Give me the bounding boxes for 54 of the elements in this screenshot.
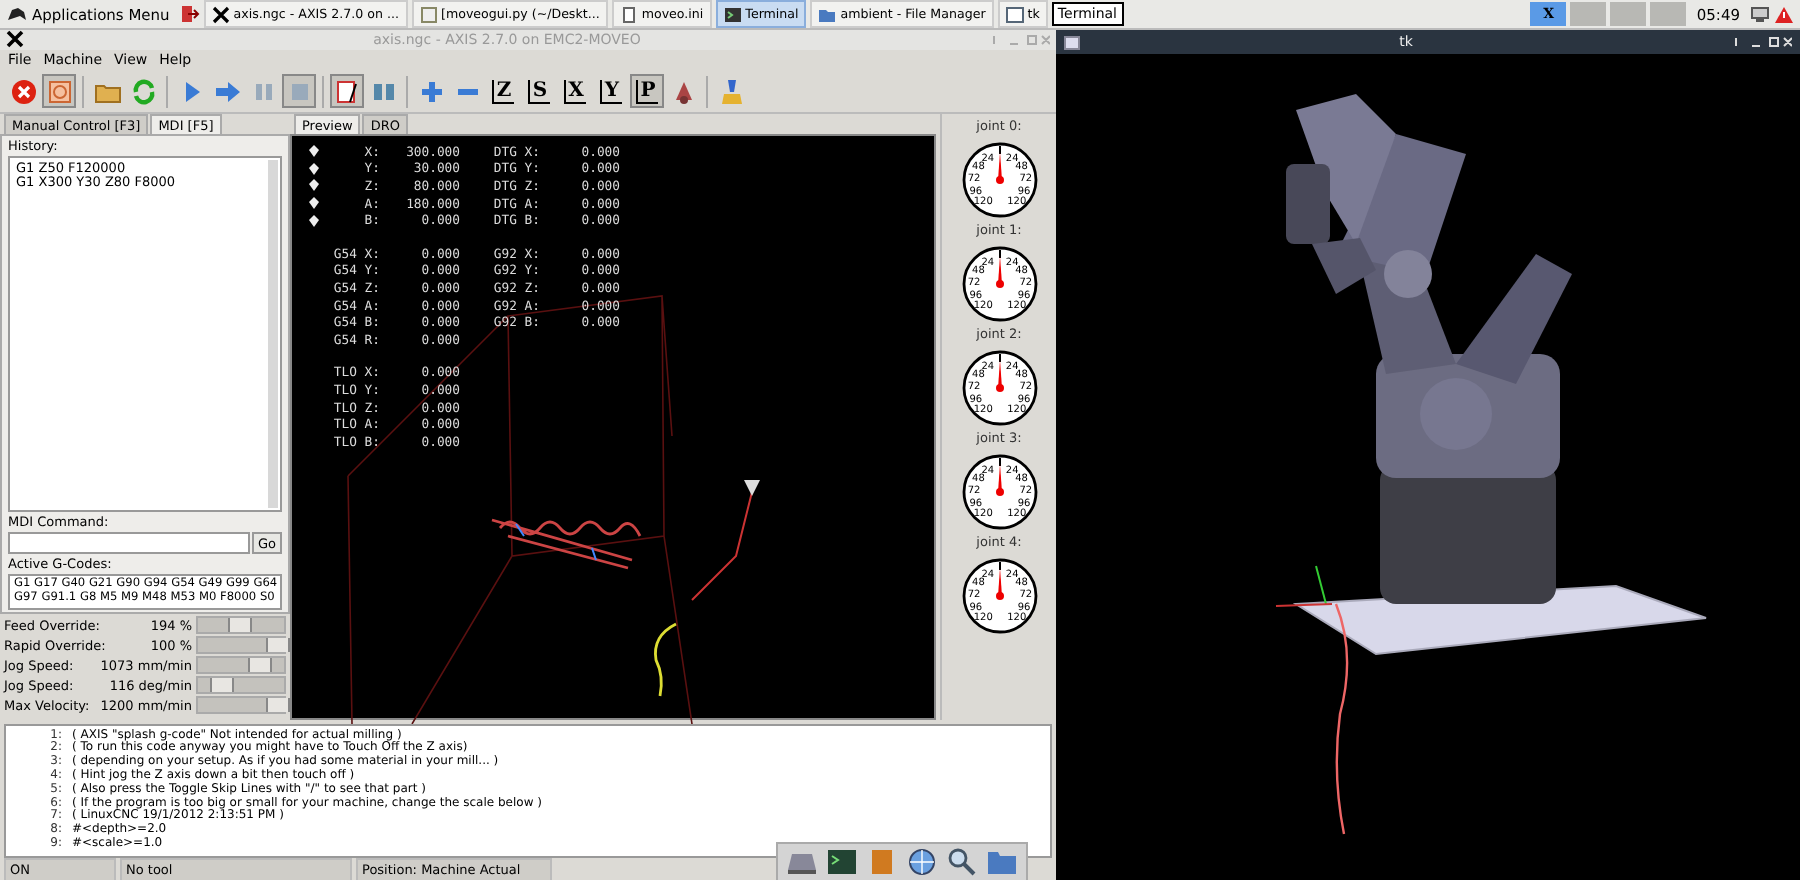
globe-icon[interactable] <box>906 848 938 876</box>
view-button[interactable]: Y <box>594 74 628 109</box>
app-menu-icon <box>6 4 28 24</box>
preview-canvas[interactable] <box>290 134 936 720</box>
window-menu-icon[interactable] <box>1064 35 1080 49</box>
folder-icon <box>818 5 837 23</box>
slider-thumb[interactable] <box>265 698 290 713</box>
slider-track[interactable] <box>196 636 286 655</box>
document-icon <box>419 5 437 23</box>
view-button[interactable]: X <box>558 74 592 109</box>
drive-icon[interactable] <box>786 848 818 876</box>
tool-cone-icon <box>744 480 760 497</box>
mdi-command-field[interactable] <box>8 532 250 555</box>
network-icon[interactable] <box>1750 5 1770 23</box>
slider-track[interactable] <box>196 656 286 675</box>
stop-button[interactable] <box>282 74 316 109</box>
tool-path-line <box>691 491 753 602</box>
view-button[interactable]: S <box>522 74 556 109</box>
slider-thumb[interactable] <box>228 618 253 633</box>
skip-icon <box>333 77 361 106</box>
estop-icon <box>9 77 37 106</box>
estop-button[interactable] <box>6 74 40 109</box>
view-button[interactable]: P <box>630 74 664 109</box>
logout-icon[interactable] <box>179 4 200 24</box>
feed-path-line <box>654 623 677 698</box>
clear-icon <box>717 77 745 106</box>
terminal-icon[interactable] <box>826 848 858 876</box>
slider-track[interactable] <box>196 616 286 635</box>
scrollbar[interactable] <box>268 160 278 509</box>
zoomin-icon <box>417 77 445 106</box>
window-icon <box>1005 5 1024 23</box>
file-icon <box>619 5 638 23</box>
workspace-button[interactable] <box>1570 2 1607 26</box>
slider-thumb[interactable] <box>248 658 273 673</box>
search-icon[interactable] <box>946 848 978 876</box>
reload-icon <box>129 77 157 106</box>
slider-track[interactable] <box>196 696 286 715</box>
linuxcnc-logo-icon <box>6 30 24 49</box>
power-button[interactable] <box>42 74 76 109</box>
workspace-button[interactable] <box>1610 2 1647 26</box>
step-icon <box>213 77 241 106</box>
workspace-button[interactable] <box>1650 2 1687 26</box>
terminal-icon <box>723 5 742 23</box>
slider-thumb[interactable] <box>210 678 235 693</box>
power-icon <box>45 77 73 106</box>
slider-thumb[interactable] <box>265 638 290 653</box>
view-button[interactable]: Z <box>486 74 520 109</box>
warning-icon[interactable] <box>1774 5 1794 23</box>
skip-button[interactable] <box>330 74 364 109</box>
cross-icon <box>211 5 230 23</box>
folder-icon[interactable] <box>986 848 1018 876</box>
x-axis-line <box>1275 603 1333 607</box>
y-axis-line <box>1315 565 1327 605</box>
slider-track[interactable] <box>196 676 286 695</box>
